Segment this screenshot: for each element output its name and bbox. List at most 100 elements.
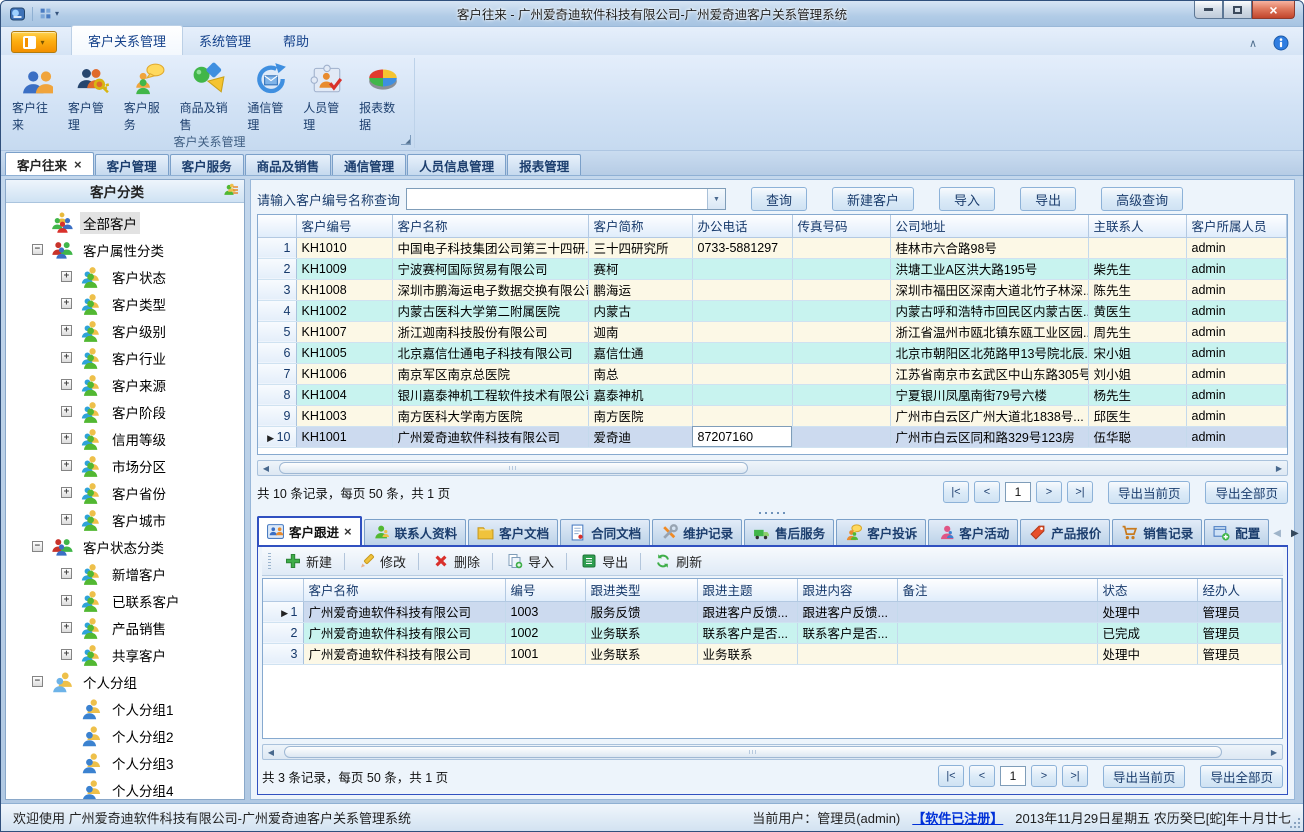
- tab-close-icon[interactable]: ×: [74, 158, 82, 171]
- followup-row[interactable]: 2 广州爱奇迪软件科技有限公司 1002 业务联系 联系客户是否... 联系客户…: [263, 622, 1282, 643]
- customer-row[interactable]: 4 KH1002 内蒙古医科大学第二附属医院 内蒙古 内蒙古呼和浩特市回民区内蒙…: [258, 300, 1287, 321]
- tree-item[interactable]: 客户城市: [6, 506, 244, 533]
- detail-tab[interactable]: 配置: [1204, 519, 1269, 545]
- export-current-page-button[interactable]: 导出当前页: [1108, 481, 1191, 504]
- detail-tab[interactable]: 联系人资料: [364, 519, 467, 545]
- quick-access-toolbar[interactable]: ▾: [39, 7, 59, 20]
- maximize-button[interactable]: [1223, 1, 1252, 19]
- tree-expander-icon[interactable]: [61, 622, 72, 633]
- column-header[interactable]: [258, 215, 296, 237]
- prev-page-button[interactable]: <: [974, 481, 1000, 503]
- tree-item[interactable]: 客户行业: [6, 344, 244, 371]
- column-header[interactable]: 编号: [505, 579, 585, 601]
- tree-expander-icon[interactable]: [61, 649, 72, 660]
- help-info-icon[interactable]: [1273, 35, 1289, 51]
- first-page-button[interactable]: |<: [938, 765, 964, 787]
- ribbon-big-button[interactable]: 客户服务: [121, 61, 175, 134]
- tree-item[interactable]: 市场分区: [6, 452, 244, 479]
- column-header[interactable]: 跟进类型: [585, 579, 697, 601]
- detail-tab[interactable]: 维护记录: [652, 519, 742, 545]
- column-header[interactable]: 客户简称: [588, 215, 692, 237]
- customer-row[interactable]: 6 KH1005 北京嘉信仕通电子科技有限公司 嘉信仕通 北京市朝阳区北苑路甲1…: [258, 342, 1287, 363]
- application-menu-button[interactable]: ▾: [11, 31, 57, 53]
- document-tab[interactable]: 报表管理: [507, 154, 581, 175]
- close-button[interactable]: ×: [1252, 1, 1295, 19]
- column-header[interactable]: 公司地址: [890, 215, 1088, 237]
- qat-customize-icon[interactable]: [39, 7, 52, 20]
- column-header[interactable]: 客户名称: [392, 215, 588, 237]
- tree-expander-icon[interactable]: [61, 271, 72, 282]
- tree-item[interactable]: 客户类型: [6, 290, 244, 317]
- toolbar-button[interactable]: 删除: [428, 549, 485, 574]
- customer-search-input[interactable]: [407, 189, 707, 209]
- followup-row[interactable]: 1 广州爱奇迪软件科技有限公司 1003 服务反馈 跟进客户反馈... 跟进客户…: [263, 601, 1282, 622]
- column-header[interactable]: 主联系人: [1088, 215, 1186, 237]
- column-header[interactable]: 跟进主题: [697, 579, 797, 601]
- tree-item[interactable]: 客户省份: [6, 479, 244, 506]
- column-header[interactable]: 状态: [1097, 579, 1197, 601]
- detail-tab[interactable]: 客户跟进 ×: [257, 516, 362, 545]
- column-header[interactable]: 客户编号: [296, 215, 392, 237]
- tree-expander-icon[interactable]: [61, 487, 72, 498]
- scrollbar-track[interactable]: [279, 745, 1266, 759]
- tree-expander-icon[interactable]: [61, 514, 72, 525]
- customer-row[interactable]: 7 KH1006 南京军区南京总医院 南总 江苏省南京市玄武区中山东路305号 …: [258, 363, 1287, 384]
- tree-expander-icon[interactable]: [61, 460, 72, 471]
- followup-row[interactable]: 3 广州爱奇迪软件科技有限公司 1001 业务联系 业务联系 处理中 管理员: [263, 643, 1282, 664]
- customer-row[interactable]: 1 KH1010 中国电子科技集团公司第三十四研... 三十四研究所 0733-…: [258, 237, 1287, 258]
- tab-scroll-left-icon[interactable]: ◀: [1273, 528, 1281, 539]
- ribbon-tab[interactable]: 系统管理: [183, 26, 267, 55]
- query-action-button[interactable]: 高级查询: [1101, 187, 1183, 211]
- tree-item[interactable]: 客户阶段: [6, 398, 244, 425]
- tree-item[interactable]: 共享客户: [6, 641, 244, 668]
- column-header[interactable]: 办公电话: [692, 215, 792, 237]
- last-page-button[interactable]: >|: [1062, 765, 1088, 787]
- tree-expander-icon[interactable]: [32, 676, 43, 687]
- combo-dropdown-icon[interactable]: ▼: [707, 189, 725, 209]
- ribbon-big-button[interactable]: 报表数据: [356, 61, 410, 134]
- collapse-ribbon-icon[interactable]: ∧: [1249, 37, 1257, 50]
- export-all-pages-button[interactable]: 导出全部页: [1205, 481, 1288, 504]
- page-number-input[interactable]: 1: [1005, 482, 1031, 502]
- minimize-button[interactable]: [1194, 1, 1223, 19]
- detail-tab[interactable]: 售后服务: [744, 519, 834, 545]
- detail-tab[interactable]: 合同文档: [560, 519, 650, 545]
- ribbon-big-button[interactable]: 商品及销售: [177, 61, 243, 134]
- tree-item[interactable]: 个人分组: [6, 668, 244, 695]
- column-header[interactable]: 跟进内容: [797, 579, 897, 601]
- tree-manage-icon[interactable]: [223, 183, 239, 199]
- tree-item[interactable]: 全部客户: [6, 209, 244, 236]
- customer-row[interactable]: 3 KH1008 深圳市鹏海运电子数据交换有限公司 鹏海运 深圳市福田区深南大道…: [258, 279, 1287, 300]
- detail-tab[interactable]: 销售记录: [1112, 519, 1202, 545]
- query-action-button[interactable]: 新建客户: [832, 187, 914, 211]
- tree-expander-icon[interactable]: [61, 379, 72, 390]
- tree-expander-icon[interactable]: [61, 568, 72, 579]
- column-header[interactable]: [263, 579, 303, 601]
- toolbar-button[interactable]: 修改: [354, 549, 411, 574]
- tree-item[interactable]: 客户级别: [6, 317, 244, 344]
- tree-expander-icon[interactable]: [32, 541, 43, 552]
- scroll-left-icon[interactable]: ◀: [258, 461, 274, 475]
- tree-item[interactable]: 客户来源: [6, 371, 244, 398]
- column-header[interactable]: 备注: [897, 579, 1097, 601]
- app-logo-icon[interactable]: [9, 6, 26, 22]
- document-tab[interactable]: 人员信息管理: [407, 154, 506, 175]
- scroll-right-icon[interactable]: ▶: [1271, 461, 1287, 475]
- ribbon-big-button[interactable]: 客户管理: [65, 61, 119, 134]
- detail-tab[interactable]: 客户投诉: [836, 519, 926, 545]
- toolbar-button[interactable]: 导出: [576, 549, 633, 574]
- query-action-button[interactable]: 查询: [751, 187, 807, 211]
- tree-item[interactable]: 客户状态分类: [6, 533, 244, 560]
- horizontal-splitter[interactable]: [257, 508, 1288, 518]
- document-tab[interactable]: 商品及销售: [245, 154, 332, 175]
- resize-grip[interactable]: [1290, 818, 1300, 828]
- document-tab[interactable]: 通信管理: [332, 154, 406, 175]
- first-page-button[interactable]: |<: [943, 481, 969, 503]
- customer-row[interactable]: 10 KH1001 广州爱奇迪软件科技有限公司 爱奇迪 87207160 广州市…: [258, 426, 1287, 447]
- scrollbar-thumb[interactable]: [284, 746, 1222, 758]
- license-status-link[interactable]: 【软件已注册】: [912, 808, 1003, 827]
- customer-row[interactable]: 5 KH1007 浙江迦南科技股份有限公司 迦南 浙江省温州市瓯北镇东瓯工业区园…: [258, 321, 1287, 342]
- tree-item[interactable]: 新增客户: [6, 560, 244, 587]
- detail-tab[interactable]: 客户活动: [928, 519, 1018, 545]
- tree-item[interactable]: 个人分组2: [6, 722, 244, 749]
